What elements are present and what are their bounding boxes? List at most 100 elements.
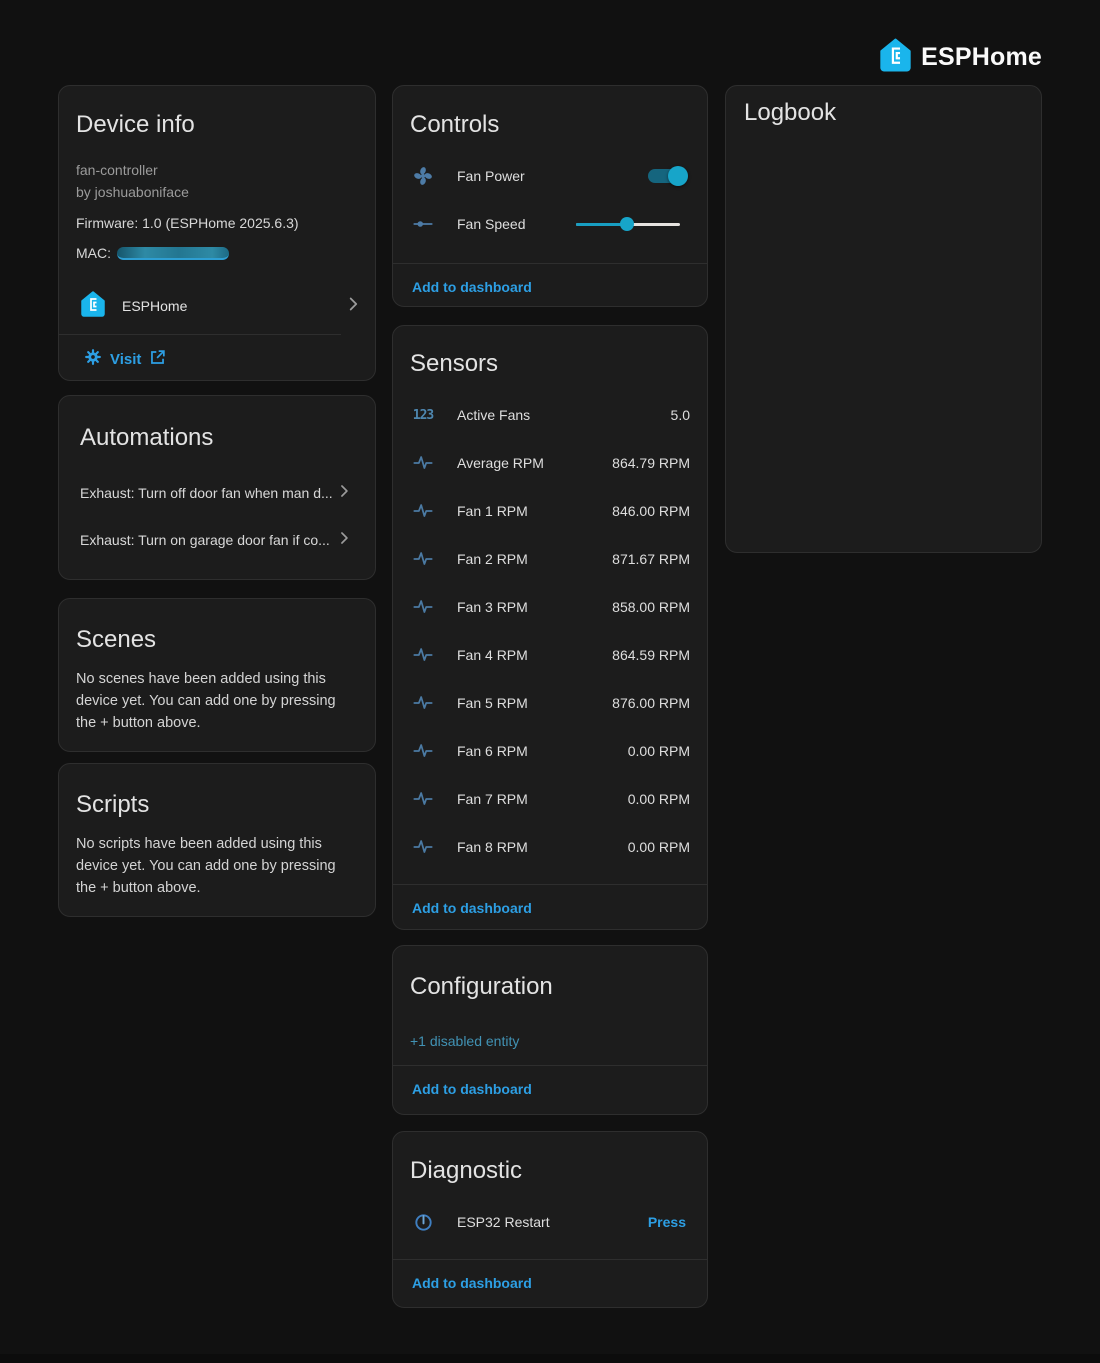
entity-row-esp32-restart: ESP32 Restart Press — [393, 1198, 707, 1246]
sensor-value: 864.59 RPM — [612, 647, 690, 663]
scripts-card: Scripts No scripts have been added using… — [58, 763, 376, 917]
sensor-row[interactable]: Fan 4 RPM 864.59 RPM — [393, 631, 707, 679]
device-meta: fan-controller by joshuaboniface — [76, 159, 358, 203]
controls-title: Controls — [410, 111, 690, 139]
disabled-entities-link[interactable]: +1 disabled entity — [410, 1033, 690, 1049]
fan-speed-slider[interactable] — [576, 216, 680, 232]
sensor-value: 5.0 — [671, 407, 690, 423]
chevron-right-icon — [342, 293, 364, 320]
sensor-row[interactable]: Fan 3 RPM 858.00 RPM — [393, 583, 707, 631]
entity-row-fan-speed: Fan Speed — [393, 200, 707, 248]
configuration-title: Configuration — [410, 973, 690, 1001]
integration-row-esphome[interactable]: ESPHome — [59, 282, 375, 330]
pulse-icon — [411, 500, 435, 522]
chevron-right-icon — [334, 481, 354, 506]
add-to-dashboard-link[interactable]: Add to dashboard — [412, 900, 532, 916]
sensor-row[interactable]: Average RPM 864.79 RPM — [393, 439, 707, 487]
sensor-label: Active Fans — [457, 407, 530, 423]
open-in-new-icon — [148, 348, 167, 372]
mac-label: MAC: — [76, 242, 111, 264]
automation-label: Exhaust: Turn off door fan when man d... — [80, 485, 334, 501]
header: ESPHome — [880, 38, 1042, 77]
mac-row: MAC: — [76, 242, 358, 264]
sensor-value: 871.67 RPM — [612, 551, 690, 567]
sensor-value: 0.00 RPM — [628, 839, 690, 855]
sensor-label: Fan 1 RPM — [457, 503, 528, 519]
visit-label: Visit — [110, 351, 141, 368]
integration-name: ESPHome — [122, 298, 342, 314]
automation-row[interactable]: Exhaust: Turn off door fan when man d... — [80, 473, 354, 513]
entity-label: ESP32 Restart — [457, 1214, 550, 1230]
sensor-value: 846.00 RPM — [612, 503, 690, 519]
counter-icon: 123 — [411, 408, 435, 423]
sensor-value: 0.00 RPM — [628, 791, 690, 807]
automation-label: Exhaust: Turn on garage door fan if co..… — [80, 532, 334, 548]
sensor-row[interactable]: Fan 5 RPM 876.00 RPM — [393, 679, 707, 727]
scenes-card: Scenes No scenes have been added using t… — [58, 598, 376, 752]
gear-icon — [83, 347, 103, 372]
esphome-logo-icon — [81, 291, 105, 322]
fan-icon — [411, 164, 435, 188]
firmware-text: Firmware: 1.0 (ESPHome 2025.6.3) — [76, 212, 358, 234]
sensor-value: 0.00 RPM — [628, 743, 690, 759]
entity-label: Fan Speed — [457, 216, 526, 232]
logbook-title: Logbook — [744, 99, 1023, 127]
sensor-label: Fan 7 RPM — [457, 791, 528, 807]
controls-card: Controls Fa — [392, 85, 708, 307]
diagnostic-title: Diagnostic — [410, 1157, 690, 1185]
sensor-value: 858.00 RPM — [612, 599, 690, 615]
sensor-label: Average RPM — [457, 455, 544, 471]
sensor-label: Fan 2 RPM — [457, 551, 528, 567]
visit-link[interactable]: Visit — [76, 335, 358, 381]
automations-card: Automations Exhaust: Turn off door fan w… — [58, 395, 376, 580]
configuration-card: Configuration +1 disabled entity Add to … — [392, 945, 708, 1115]
device-by-line: by joshuaboniface — [76, 181, 358, 203]
scripts-empty-text: No scripts have been added using this de… — [76, 833, 358, 899]
restart-icon — [411, 1210, 435, 1234]
device-name: fan-controller — [76, 159, 358, 181]
press-button[interactable]: Press — [648, 1214, 686, 1230]
automation-row[interactable]: Exhaust: Turn on garage door fan if co..… — [80, 520, 354, 560]
sensor-row[interactable]: Fan 6 RPM 0.00 RPM — [393, 727, 707, 775]
mac-redacted-value — [117, 247, 229, 260]
add-to-dashboard-link[interactable]: Add to dashboard — [412, 1275, 532, 1291]
entity-row-fan-power: Fan Power — [393, 152, 707, 200]
pulse-icon — [411, 644, 435, 666]
sensor-row[interactable]: Fan 7 RPM 0.00 RPM — [393, 775, 707, 823]
bottom-edge — [0, 1354, 1100, 1363]
toggle-thumb — [668, 166, 688, 186]
scenes-title: Scenes — [76, 626, 358, 654]
sensor-label: Fan 8 RPM — [457, 839, 528, 855]
pulse-icon — [411, 788, 435, 810]
sensor-value: 864.79 RPM — [612, 455, 690, 471]
scenes-empty-text: No scenes have been added using this dev… — [76, 668, 358, 734]
sensor-row[interactable]: Fan 8 RPM 0.00 RPM — [393, 823, 707, 871]
fan-power-toggle[interactable] — [648, 169, 686, 183]
sensor-label: Fan 3 RPM — [457, 599, 528, 615]
sensor-label: Fan 6 RPM — [457, 743, 528, 759]
sensor-value: 876.00 RPM — [612, 695, 690, 711]
add-to-dashboard-link[interactable]: Add to dashboard — [412, 279, 532, 295]
pulse-icon — [411, 548, 435, 570]
pulse-icon — [411, 836, 435, 858]
sensor-row[interactable]: 123 Active Fans 5.0 — [393, 391, 707, 439]
sensors-card: Sensors 123Active Fans5.0Average RPM864.… — [392, 325, 708, 930]
slider-thumb[interactable] — [620, 217, 634, 231]
esphome-logo-icon — [880, 38, 911, 77]
sensor-label: Fan 4 RPM — [457, 647, 528, 663]
chevron-right-icon — [334, 528, 354, 553]
sensor-label: Fan 5 RPM — [457, 695, 528, 711]
sensor-row[interactable]: Fan 2 RPM 871.67 RPM — [393, 535, 707, 583]
scripts-title: Scripts — [76, 791, 358, 819]
pulse-icon — [411, 692, 435, 714]
pulse-icon — [411, 740, 435, 762]
add-to-dashboard-link[interactable]: Add to dashboard — [412, 1081, 532, 1097]
app-title: ESPHome — [921, 43, 1042, 72]
entity-label: Fan Power — [457, 168, 525, 184]
pulse-icon — [411, 452, 435, 474]
slider-icon — [411, 212, 435, 236]
sensor-row[interactable]: Fan 1 RPM 846.00 RPM — [393, 487, 707, 535]
device-info-title: Device info — [76, 111, 358, 139]
device-page: ESPHome Device info fan-controller by jo… — [0, 0, 1100, 1363]
automations-title: Automations — [80, 424, 354, 452]
